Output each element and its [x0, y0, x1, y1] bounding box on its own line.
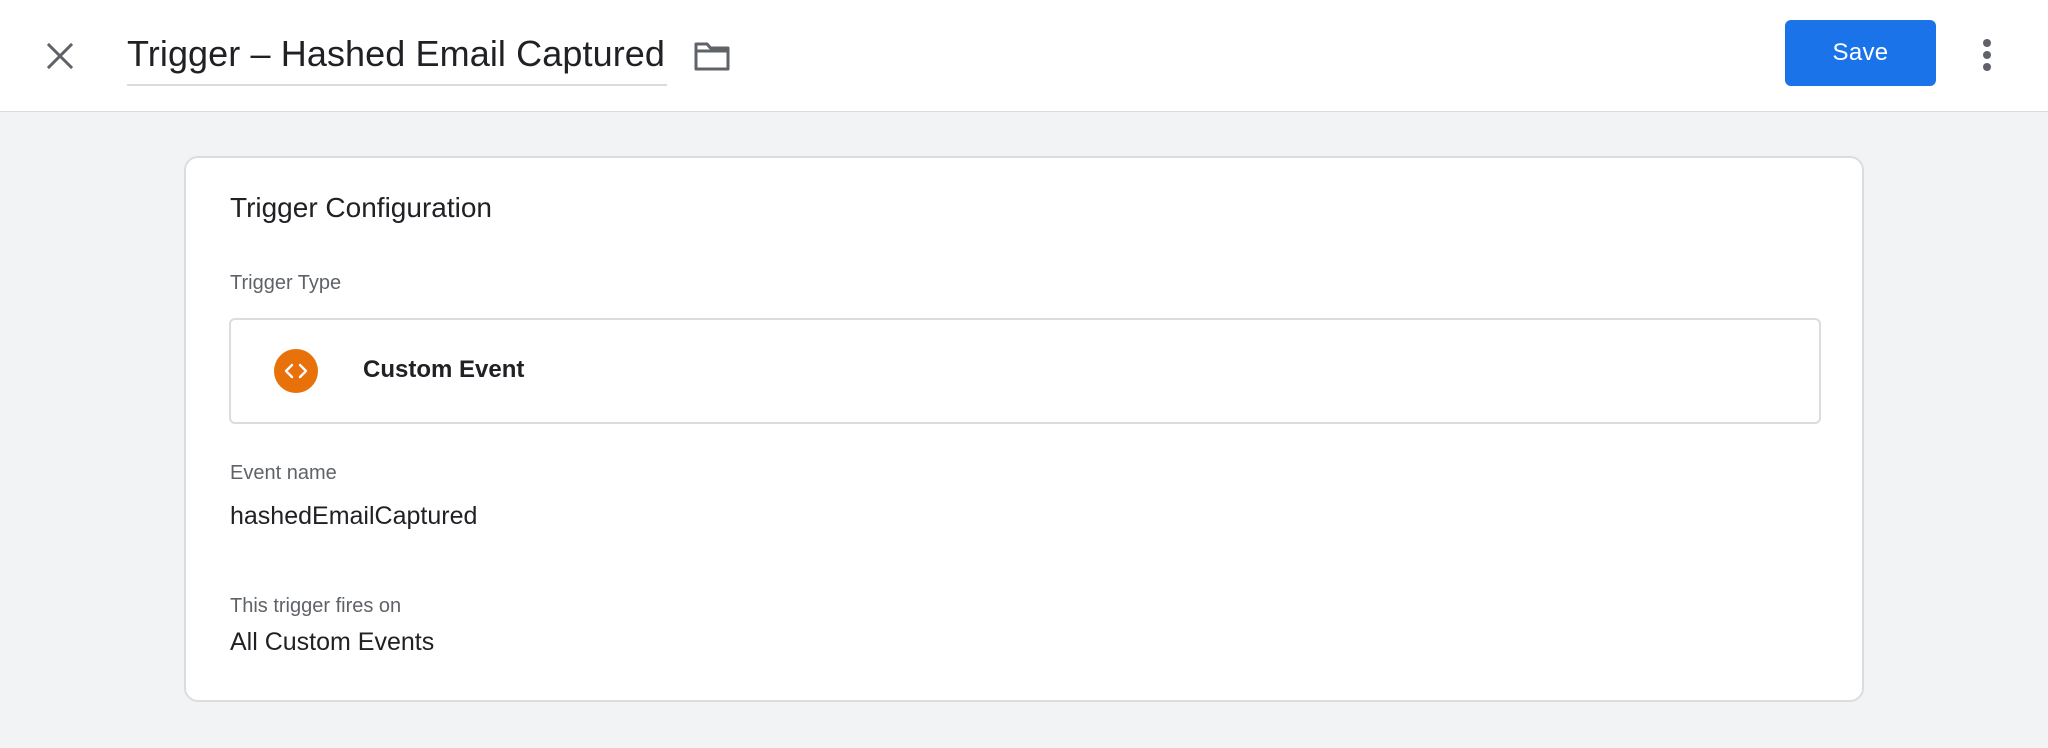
more-vert-icon — [1983, 39, 1991, 71]
close-button[interactable] — [40, 36, 80, 76]
page-title[interactable]: Trigger – Hashed Email Captured — [127, 28, 665, 80]
fires-on-label: This trigger fires on — [230, 595, 402, 617]
card-title: Trigger Configuration — [230, 192, 492, 223]
trigger-type-label: Trigger Type — [230, 272, 342, 294]
trigger-type-value: Custom Event — [363, 356, 525, 383]
more-options-button[interactable] — [1970, 34, 2004, 76]
folder-button[interactable] — [690, 36, 734, 76]
top-bar: Trigger – Hashed Email Captured Save — [0, 0, 2048, 112]
trigger-type-selector[interactable]: Custom Event — [229, 318, 1821, 424]
event-name-value: hashedEmailCaptured — [230, 502, 478, 530]
fires-on-value: All Custom Events — [230, 628, 435, 656]
trigger-name-field[interactable]: Trigger – Hashed Email Captured — [127, 28, 668, 86]
save-button[interactable]: Save — [1785, 20, 1936, 86]
code-brackets-icon — [274, 349, 318, 393]
event-name-label: Event name — [230, 462, 337, 484]
close-icon — [46, 42, 74, 70]
folder-icon — [694, 42, 730, 71]
trigger-configuration-card: Trigger Configuration Trigger Type Custo… — [184, 156, 1864, 702]
